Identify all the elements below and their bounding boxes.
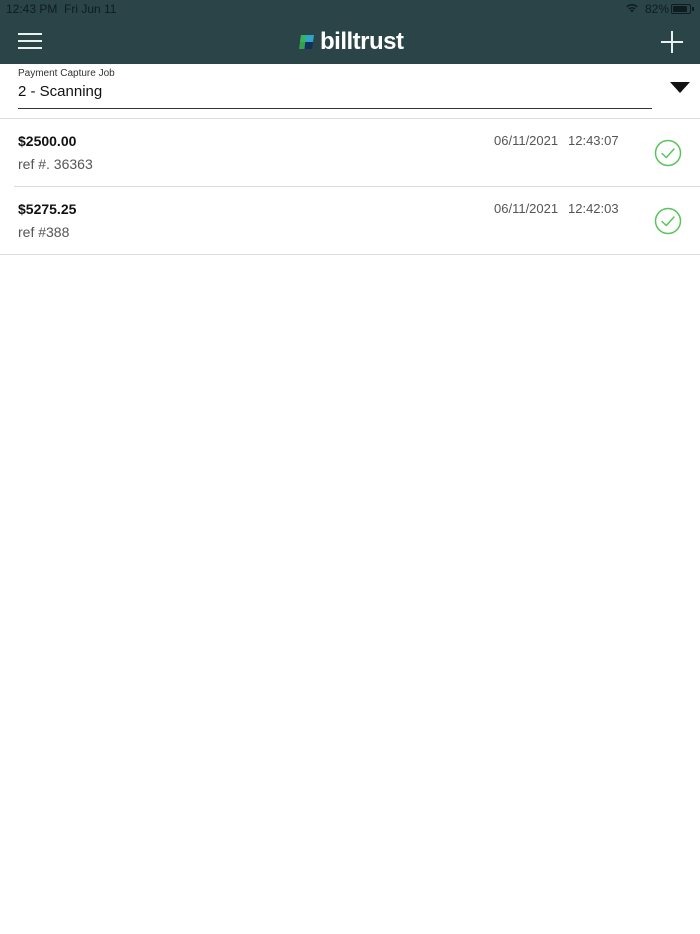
payment-time: 12:43:07 — [568, 133, 619, 148]
wifi-icon — [626, 4, 638, 13]
payment-date: 06/11/2021 — [494, 133, 559, 148]
brand-name: billtrust — [320, 28, 404, 55]
payment-row[interactable]: $5275.25 ref #388 06/11/2021 12:42:03 — [0, 187, 700, 255]
billtrust-logo-icon — [299, 35, 314, 49]
job-select-label: Payment Capture Job — [18, 68, 115, 79]
payment-amount: $5275.25 — [18, 201, 77, 217]
job-select-underline — [18, 108, 652, 109]
payment-time: 12:42:03 — [568, 201, 619, 216]
status-time: 12:43 PM — [6, 2, 58, 16]
row-divider — [0, 254, 700, 255]
battery-percent: 82% — [645, 2, 670, 16]
payment-ref: ref #388 — [18, 224, 70, 240]
job-select-value: 2 - Scanning — [18, 83, 103, 100]
battery-icon — [671, 4, 694, 14]
dropdown-arrow-icon[interactable] — [670, 82, 690, 93]
plus-icon[interactable] — [661, 31, 683, 53]
payment-amount: $2500.00 — [18, 133, 77, 149]
payment-row[interactable]: $2500.00 ref #. 36363 06/11/2021 12:43:0… — [0, 119, 700, 187]
check-circle-icon — [654, 139, 682, 167]
check-circle-icon — [654, 207, 682, 235]
app-header: 12:43 PM Fri Jun 11 82% billtrust — [0, 0, 700, 64]
brand-logo: billtrust — [298, 29, 404, 55]
status-date: Fri Jun 11 — [64, 2, 117, 16]
payment-ref: ref #. 36363 — [18, 156, 93, 172]
status-bar: 12:43 PM Fri Jun 11 82% — [0, 0, 700, 18]
payment-capture-job-select[interactable]: Payment Capture Job 2 - Scanning — [18, 66, 690, 110]
hamburger-menu-icon[interactable] — [18, 33, 42, 49]
payment-date: 06/11/2021 — [494, 201, 559, 216]
